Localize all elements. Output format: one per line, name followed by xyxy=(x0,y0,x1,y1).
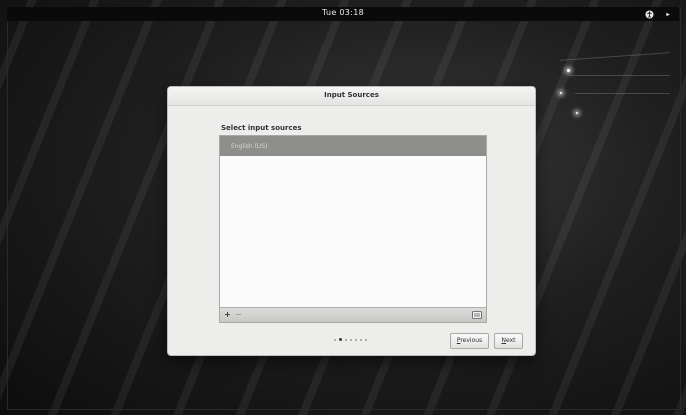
show-keyboard-layout-button[interactable] xyxy=(471,310,483,320)
remove-icon: − xyxy=(235,310,242,319)
remove-input-source-button[interactable]: − xyxy=(233,310,244,320)
dialog-titlebar[interactable]: Input Sources xyxy=(168,87,535,106)
list-toolbar: + − xyxy=(220,307,486,322)
page-indicator xyxy=(334,338,367,341)
wallpaper-line xyxy=(570,75,670,76)
page-dot xyxy=(350,338,352,341)
input-sources-list[interactable]: English (US) + − xyxy=(219,135,487,323)
wallpaper-light xyxy=(576,112,578,114)
page-dot xyxy=(365,338,367,341)
page-dot xyxy=(355,338,357,341)
wallpaper-light xyxy=(560,92,562,94)
add-input-source-button[interactable]: + xyxy=(222,310,233,320)
previous-button[interactable]: Previous xyxy=(450,333,489,349)
next-button[interactable]: Next xyxy=(494,333,523,349)
input-sources-dialog: Input Sources Select input sources Engli… xyxy=(168,87,535,355)
top-bar: Tue 03:18 xyxy=(7,7,679,21)
system-tray xyxy=(643,8,675,20)
wallpaper-line xyxy=(575,93,670,94)
page-dot xyxy=(334,338,336,341)
system-menu-icon[interactable] xyxy=(663,8,675,20)
list-item[interactable]: English (US) xyxy=(220,136,486,156)
wallpaper-light xyxy=(567,69,570,72)
keyboard-icon xyxy=(472,311,482,319)
accessibility-icon[interactable] xyxy=(643,8,655,20)
previous-label: revious xyxy=(460,337,483,344)
dialog-title: Input Sources xyxy=(324,91,379,99)
page-dot xyxy=(360,338,362,341)
clock[interactable]: Tue 03:18 xyxy=(7,8,679,17)
section-label: Select input sources xyxy=(221,124,302,132)
page-dot-current xyxy=(339,338,342,341)
next-label: ext xyxy=(506,337,516,344)
list-item-label: English (US) xyxy=(231,143,268,150)
page-dot xyxy=(345,338,347,341)
add-icon: + xyxy=(224,310,231,319)
